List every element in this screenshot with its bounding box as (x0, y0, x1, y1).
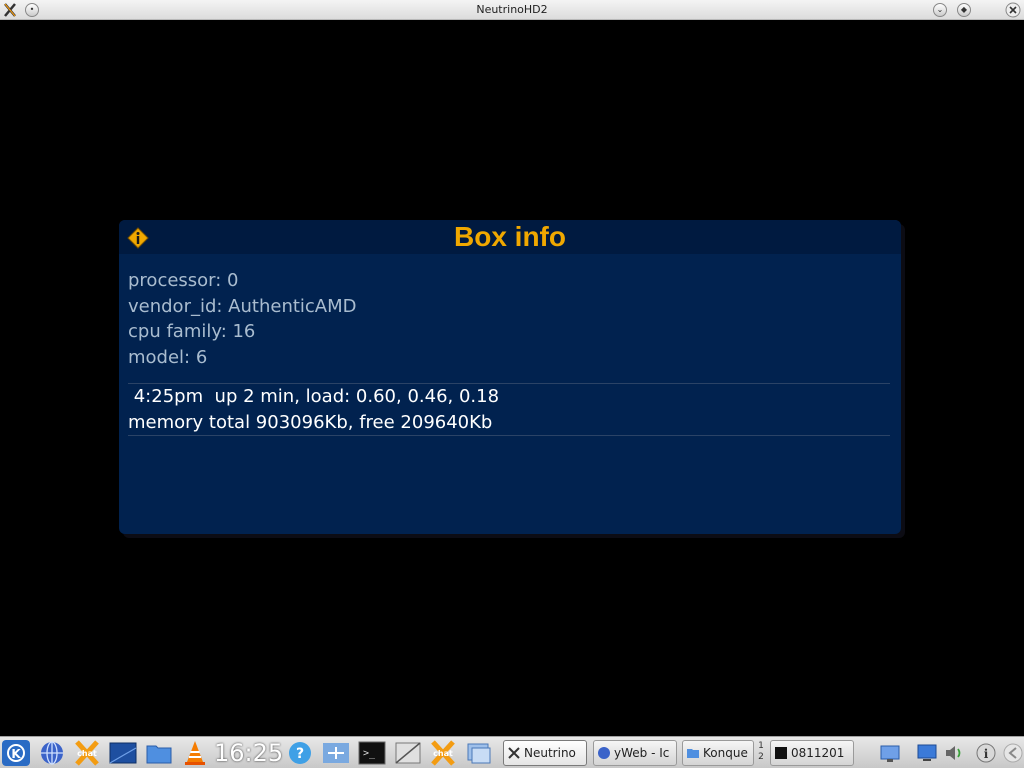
window-titlebar: • NeutrinoHD2 ⌄ ◆ (0, 0, 1024, 20)
monitor-icon[interactable] (916, 742, 938, 764)
separator-bottom (128, 435, 890, 436)
maximize-button[interactable]: ◆ (957, 3, 971, 17)
minimize-button[interactable]: ⌄ (933, 3, 947, 17)
desktop-icon[interactable] (109, 740, 137, 766)
cpu-info-family: cpu family: 16 (128, 321, 256, 343)
vlc-cone-icon[interactable] (181, 740, 209, 766)
cpu-info-list: processor: 0 vendor_id: AuthenticAMD cpu… (128, 268, 357, 371)
taskbar-clock[interactable]: 16:25 (214, 739, 283, 767)
svg-text:chat: chat (77, 749, 97, 758)
volume-icon[interactable] (943, 742, 965, 764)
browser-globe-icon[interactable] (38, 740, 66, 766)
dialog-header: Box info (119, 220, 901, 254)
memory-line: memory total 903096Kb, free 209640Kb (128, 411, 493, 433)
dialog-title: Box info (454, 221, 566, 252)
svg-text:>_: >_ (363, 748, 376, 759)
task-neutrino[interactable]: Neutrino (503, 740, 587, 766)
task-label: yWeb - Ic (614, 746, 670, 760)
task-label: Neutrino (524, 746, 576, 760)
pager-desktop-2[interactable]: 2 (756, 752, 766, 763)
close-icon[interactable] (1005, 2, 1021, 18)
cpu-info-processor: processor: 0 (128, 270, 239, 291)
desktop-pager[interactable]: 1 2 (756, 741, 766, 765)
screenshot-icon[interactable] (394, 740, 422, 766)
uptime-line: 4:25pm up 2 min, load: 0.60, 0.46, 0.18 (128, 386, 500, 407)
task-terminal[interactable]: 0811201 (770, 740, 854, 766)
terminal-icon (775, 747, 787, 759)
pager-desktop-1[interactable]: 1 (756, 741, 766, 752)
globe-icon (598, 747, 610, 759)
kde-menu-icon[interactable]: K (2, 740, 30, 766)
task-konqueror[interactable]: Konque (682, 740, 754, 766)
network-icon[interactable] (322, 740, 350, 766)
svg-text:i: i (984, 747, 989, 761)
folder-icon (687, 749, 699, 758)
cpu-info-model: model: 6 (128, 347, 208, 369)
cpu-info-vendor: vendor_id: AuthenticAMD (128, 295, 357, 317)
svg-text:K: K (11, 747, 21, 761)
display-settings-icon[interactable] (879, 742, 901, 764)
terminal-icon[interactable]: >_ (358, 740, 386, 766)
box-info-dialog: Box info processor: 0 vendor_id: Authent… (119, 220, 901, 534)
window-list-icon[interactable] (465, 740, 493, 766)
status-list: 4:25pm up 2 min, load: 0.60, 0.46, 0.18 … (128, 384, 499, 435)
folder-icon[interactable] (145, 740, 173, 766)
info-tray-icon[interactable]: i (975, 742, 997, 764)
svg-text:chat: chat (433, 749, 453, 758)
window-title: NeutrinoHD2 (476, 3, 548, 16)
svg-text:?: ? (296, 746, 304, 762)
chat-x-icon[interactable]: chat (73, 740, 101, 766)
taskbar: K chat 16:25 ? >_ chat Neutrino yWeb - I… (0, 736, 1024, 768)
chat-x-icon-2[interactable]: chat (429, 740, 457, 766)
x-icon (508, 747, 520, 759)
logout-arrow-icon[interactable] (1002, 742, 1024, 764)
task-label: 0811201 (791, 746, 845, 760)
task-yweb[interactable]: yWeb - Ic (593, 740, 677, 766)
app-canvas: Box info processor: 0 vendor_id: Authent… (0, 20, 1024, 736)
help-lifebuoy-icon[interactable]: ? (286, 740, 314, 766)
task-label: Konque (703, 746, 748, 760)
